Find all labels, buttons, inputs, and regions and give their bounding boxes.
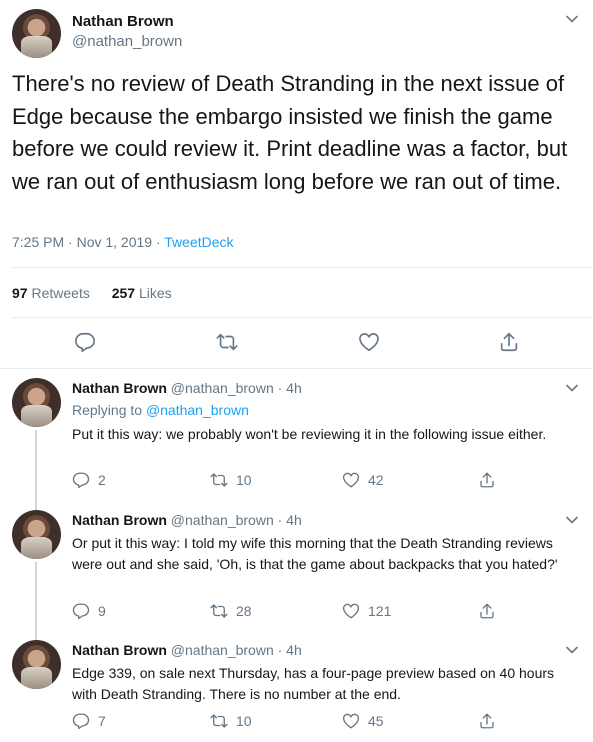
like-icon — [342, 712, 360, 730]
thread-line — [35, 430, 37, 502]
reply-tweet[interactable]: Nathan Brown @nathan_brown · 4h Edge 339… — [0, 632, 593, 742]
author-name[interactable]: Nathan Brown — [72, 512, 167, 528]
replying-to-link[interactable]: @nathan_brown — [146, 402, 249, 418]
reply-icon — [72, 712, 90, 730]
retweet-button[interactable]: 10 — [210, 712, 252, 730]
chevron-down-icon[interactable] — [566, 384, 578, 392]
share-icon[interactable] — [498, 331, 520, 353]
tweet-source[interactable]: TweetDeck — [164, 234, 233, 250]
reply-actions: 2 10 42 — [72, 471, 512, 491]
retweet-icon — [210, 602, 228, 620]
divider — [0, 368, 593, 369]
reply-actions: 9 28 121 — [72, 602, 512, 622]
share-icon — [478, 712, 496, 730]
share-button[interactable] — [478, 602, 496, 620]
tweet-meta: 7:25 PM · Nov 1, 2019 · TweetDeck — [12, 234, 234, 250]
replying-to: Replying to @nathan_brown — [72, 402, 249, 418]
share-button[interactable] — [478, 471, 496, 489]
author-handle[interactable]: @nathan_brown · 4h — [171, 512, 302, 528]
chevron-down-icon[interactable] — [566, 646, 578, 654]
divider — [12, 267, 593, 268]
tweet-actions — [0, 331, 593, 355]
author-handle[interactable]: @nathan_brown · 4h — [171, 380, 302, 396]
thread-line — [35, 502, 37, 510]
retweet-button[interactable]: 10 — [210, 471, 252, 489]
author-handle[interactable]: @nathan_brown · 4h — [171, 642, 302, 658]
reply-header: Nathan Brown @nathan_brown · 4h — [72, 642, 302, 658]
reply-actions: 7 10 45 — [72, 712, 512, 732]
retweets-stat[interactable]: 97 Retweets — [12, 285, 90, 301]
chevron-down-icon[interactable] — [566, 15, 578, 23]
retweet-button[interactable]: 28 — [210, 602, 252, 620]
avatar[interactable] — [12, 378, 61, 427]
reply-text: Put it this way: we probably won't be re… — [72, 426, 547, 442]
like-button[interactable]: 121 — [342, 602, 391, 620]
avatar[interactable] — [12, 510, 61, 559]
reply-text: Or put it this way: I told my wife this … — [72, 535, 558, 572]
divider — [12, 317, 593, 318]
author-handle[interactable]: @nathan_brown — [72, 33, 182, 50]
like-icon — [342, 602, 360, 620]
reply-button[interactable]: 9 — [72, 602, 106, 620]
reply-button[interactable]: 2 — [72, 471, 106, 489]
reply-text: Edge 339, on sale next Thursday, has a f… — [72, 665, 555, 702]
retweet-icon — [210, 712, 228, 730]
reply-button[interactable]: 7 — [72, 712, 106, 730]
author-name[interactable]: Nathan Brown — [72, 642, 167, 658]
retweet-icon[interactable] — [216, 331, 238, 353]
author-name[interactable]: Nathan Brown — [72, 13, 174, 30]
avatar[interactable] — [12, 9, 61, 58]
chevron-down-icon[interactable] — [566, 516, 578, 524]
author-name[interactable]: Nathan Brown — [72, 380, 167, 396]
main-tweet: Nathan Brown @nathan_brown There's no re… — [0, 0, 593, 370]
avatar[interactable] — [12, 640, 61, 689]
like-icon — [342, 471, 360, 489]
tweet-text: There's no review of Death Stranding in … — [12, 71, 568, 194]
thread-line — [35, 632, 37, 640]
likes-stat[interactable]: 257 Likes — [112, 285, 172, 301]
share-button[interactable] — [478, 712, 496, 730]
reply-icon — [72, 602, 90, 620]
tweet-timestamp[interactable]: 7:25 PM · Nov 1, 2019 · — [12, 234, 164, 250]
tweet-stats: 97 Retweets 257 Likes — [12, 285, 190, 301]
share-icon — [478, 602, 496, 620]
reply-header: Nathan Brown @nathan_brown · 4h — [72, 512, 302, 528]
reply-tweet[interactable]: Nathan Brown @nathan_brown · 4h Replying… — [0, 370, 593, 502]
thread-line — [35, 562, 37, 632]
reply-tweet[interactable]: Nathan Brown @nathan_brown · 4h Or put i… — [0, 502, 593, 632]
reply-header: Nathan Brown @nathan_brown · 4h — [72, 380, 302, 396]
reply-icon[interactable] — [74, 331, 96, 353]
like-icon[interactable] — [358, 331, 380, 353]
reply-icon — [72, 471, 90, 489]
like-button[interactable]: 42 — [342, 471, 384, 489]
retweet-icon — [210, 471, 228, 489]
like-button[interactable]: 45 — [342, 712, 384, 730]
share-icon — [478, 471, 496, 489]
